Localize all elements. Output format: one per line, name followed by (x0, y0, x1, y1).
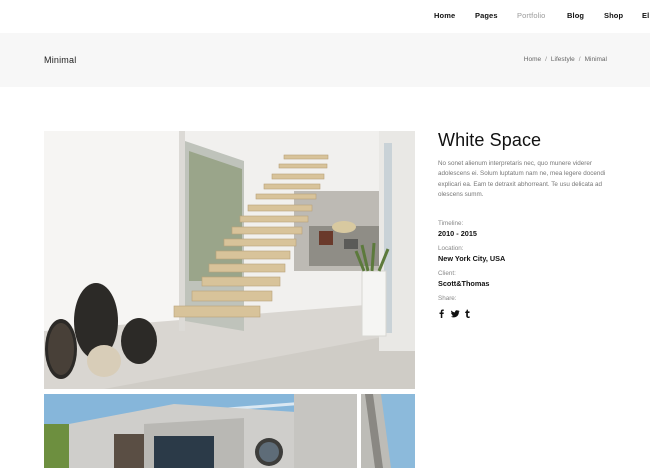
breadcrumb-lifestyle[interactable]: Lifestyle (551, 56, 575, 63)
nav-item-home[interactable]: Home (434, 11, 455, 20)
breadcrumb: Home / Lifestyle / Minimal (524, 56, 607, 63)
location-value: New York City, USA (438, 254, 506, 263)
nav-item-blog[interactable]: Blog (567, 11, 584, 20)
nav-item-elements[interactable]: El (642, 11, 649, 20)
page-title: Minimal (44, 55, 77, 65)
project-description: No sonet alienum interpretaris nec, quo … (438, 160, 606, 198)
breadcrumb-separator: / (545, 56, 547, 63)
breadcrumb-current: Minimal (584, 56, 607, 63)
twitter-icon[interactable] (451, 305, 460, 318)
client-value: Scott&Thomas (438, 279, 490, 288)
page-title-bar: Minimal Home / Lifestyle / Minimal (0, 33, 650, 87)
share-icons (438, 305, 471, 318)
location-info: Location: New York City, USA (438, 245, 505, 263)
project-title: White Space (438, 130, 542, 150)
nav-menu: Home Pages Portfolio Blog Shop El (0, 11, 650, 23)
timeline-label: Timeline: (438, 220, 464, 227)
timeline-info: Timeline: 2010 - 2015 (438, 220, 477, 238)
facebook-icon[interactable] (438, 305, 445, 318)
project-image-interior[interactable] (44, 131, 415, 389)
share-info: Share: (438, 295, 471, 318)
project-image-detail[interactable] (361, 394, 415, 468)
nav-item-portfolio[interactable]: Portfolio (517, 11, 545, 20)
timeline-value: 2010 - 2015 (438, 229, 477, 238)
client-label: Client: (438, 270, 456, 277)
breadcrumb-separator: / (578, 56, 581, 63)
location-label: Location: (438, 245, 464, 252)
client-info: Client: Scott&Thomas (438, 270, 490, 288)
project-details: White Space No sonet alienum interpretar… (438, 130, 618, 318)
share-label: Share: (438, 295, 457, 302)
nav-item-shop[interactable]: Shop (604, 11, 623, 20)
tumblr-icon[interactable] (464, 305, 471, 318)
top-navigation: Home Pages Portfolio Blog Shop El (0, 0, 650, 33)
breadcrumb-home[interactable]: Home (524, 56, 541, 63)
nav-item-pages[interactable]: Pages (475, 11, 498, 20)
project-image-exterior[interactable] (44, 394, 357, 468)
